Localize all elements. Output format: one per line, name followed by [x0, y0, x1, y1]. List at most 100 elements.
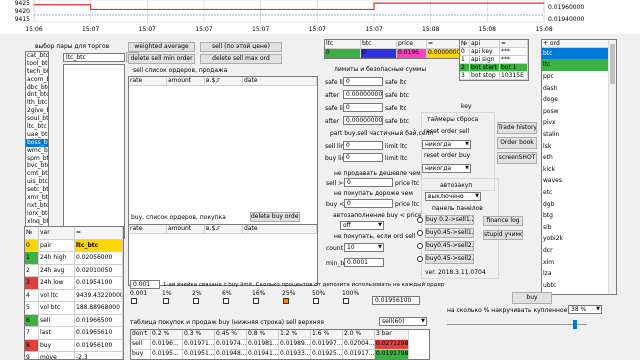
- sell-ge-input[interactable]: 0: [344, 178, 393, 187]
- pair-list-item[interactable]: acom_b: [26, 76, 48, 84]
- price-cell[interactable]: 0.0196: [397, 49, 427, 58]
- pair-list-item[interactable]: iorx_btc: [26, 210, 48, 218]
- autofill-select[interactable]: off ▼: [340, 221, 384, 230]
- percent-checkbox[interactable]: [131, 298, 137, 304]
- percent-select[interactable]: 38 % ▼: [568, 305, 602, 314]
- coin-list-item[interactable]: xlm: [542, 257, 616, 269]
- table-sell-cell[interactable]: sell: [131, 340, 151, 350]
- stupid-button[interactable]: stupid учимся: [483, 230, 523, 240]
- table-buy-cell[interactable]: 0.01917...: [343, 350, 375, 359]
- coin-list-item[interactable]: posw: [542, 106, 616, 118]
- info-row-value[interactable]: 9439.43220000: [75, 289, 123, 302]
- percent-slider-track[interactable]: [447, 324, 587, 325]
- coin-list-item[interactable]: btc: [542, 47, 616, 60]
- percent-checkbox[interactable]: [193, 298, 199, 304]
- api-row-value[interactable]: bot 1: [500, 64, 528, 72]
- autobuy-radio-2[interactable]: [417, 230, 423, 236]
- partial-sell-input[interactable]: 0: [343, 141, 383, 150]
- autobuy-option-1[interactable]: buy 0.2->sell1.2: [425, 215, 474, 225]
- finance-log-button[interactable]: finance log: [483, 216, 523, 226]
- coin-list-item[interactable]: lza: [542, 268, 616, 280]
- percent-slider-thumb[interactable]: [573, 320, 577, 329]
- buy-amount-input[interactable]: 0.001: [130, 280, 160, 289]
- percent-checkbox[interactable]: [283, 298, 289, 304]
- api-row-value[interactable]: ***: [500, 48, 528, 56]
- pair-list[interactable]: cat_btctool_btctech_btcacom_bdbc_btcdnt_…: [25, 51, 49, 236]
- pair-list-item[interactable]: 2give_b: [26, 107, 48, 115]
- info-row-value[interactable]: 0.01965610: [75, 327, 123, 340]
- order-book-button[interactable]: Order book: [497, 137, 537, 149]
- table-buy-cell[interactable]: 0.01941...: [247, 350, 279, 359]
- limit-input[interactable]: 0.00000000: [343, 116, 383, 125]
- percent-checkbox[interactable]: [223, 298, 229, 304]
- table-sell-cell[interactable]: 0.01981...: [247, 340, 279, 350]
- table-sell-cell[interactable]: 0.02004...: [343, 340, 375, 350]
- reset-buy-select[interactable]: никогда ▼: [422, 164, 471, 173]
- coin-list-item[interactable]: dcr: [542, 245, 616, 257]
- api-grid[interactable]: № api = 0 api key *** 1 api sign *** 2 bot start bo…: [459, 39, 529, 81]
- pair-list-item[interactable]: xmr_btc: [26, 194, 48, 202]
- pair-list-item[interactable]: tech_btc: [26, 68, 48, 76]
- pair-list-item[interactable]: tool_btc: [26, 60, 48, 68]
- autobuy-option-4[interactable]: buy0.45->sell2.5: [425, 254, 474, 264]
- buy-button[interactable]: buy: [512, 292, 552, 304]
- table-buy-cell[interactable]: 0.01948...: [215, 350, 247, 359]
- autobuy-option-2[interactable]: buy0.45->sell1.6: [425, 228, 474, 238]
- partial-buy-input[interactable]: 0: [343, 153, 383, 162]
- pair-list-item[interactable]: cat_btc: [26, 52, 48, 60]
- coin-list-item[interactable]: dgb: [542, 199, 616, 211]
- table-buy-cell[interactable]: 0.01925...: [311, 350, 343, 359]
- pair-info-grid[interactable]: № var = 0 pair ltc_btc 1 24h high 0.02056000 2 24h…: [24, 226, 124, 360]
- table-buy-cell[interactable]: 0.01951...: [183, 350, 215, 359]
- table-sell-cell[interactable]: 0.01974...: [215, 340, 247, 350]
- pair-list-item[interactable]: soul_btc: [26, 115, 48, 123]
- pair-list-item[interactable]: setc_btc: [26, 186, 48, 194]
- table-sell-cell[interactable]: 0.01989...: [279, 340, 311, 350]
- coin-list-item[interactable]: ppc: [542, 71, 616, 83]
- percent-checkbox[interactable]: [253, 298, 259, 304]
- info-row-value[interactable]: 0.01966500: [75, 314, 123, 327]
- coin-list-item[interactable]: etc: [542, 187, 616, 199]
- buy-sell-table[interactable]: don't sell buy 0.2 % 0.0196... 0.0195... 0.3 %…: [130, 329, 430, 360]
- table-buy-cell[interactable]: buy: [131, 350, 151, 359]
- delete-buy-button[interactable]: delete buy order: [250, 212, 300, 222]
- api-row-value[interactable]: 10315E: [500, 72, 528, 80]
- table-buy-cell[interactable]: 0.0195...: [151, 350, 183, 359]
- screenshot-button[interactable]: screenSHOT: [497, 152, 537, 164]
- autobuy-radio-1[interactable]: [417, 217, 423, 223]
- percent-checkbox[interactable]: [163, 298, 169, 304]
- pair-list-item[interactable]: lth_btc: [26, 99, 48, 107]
- pair-list-item[interactable]: xlnq_btc: [26, 218, 48, 226]
- pair-list-item[interactable]: wmc_btc: [26, 147, 48, 155]
- pair-list-item[interactable]: uis_btc: [26, 178, 48, 186]
- coin-list-scroll-thumb[interactable]: [610, 44, 615, 84]
- table-sell-cell[interactable]: 0.01997...: [311, 340, 343, 350]
- coin-list-item[interactable]: ltc: [542, 59, 616, 72]
- pair-input[interactable]: ltc_btc: [63, 53, 125, 62]
- coin-list-item[interactable]: waves: [542, 175, 616, 187]
- coin-list-item[interactable]: kick: [542, 164, 616, 176]
- info-row-value[interactable]: ltc_btc: [75, 239, 123, 252]
- limit-input[interactable]: 0: [343, 77, 383, 86]
- coin-list-item[interactable]: sib: [542, 222, 616, 234]
- coin-list-scrollbar[interactable]: [608, 40, 616, 294]
- weighted-average-button[interactable]: weighted average: [128, 42, 195, 52]
- autobuy-radio-3[interactable]: [417, 243, 423, 249]
- coin-list-item[interactable]: lsk: [542, 141, 616, 153]
- pair-list-item[interactable]: dbc_btc: [26, 84, 48, 92]
- coin-list[interactable]: + ord btc ltc ppc dash doge posw pivx stalin lsk e…: [541, 39, 617, 295]
- limit-input[interactable]: 0.00000000: [343, 90, 383, 99]
- info-row-value[interactable]: 188.88968000: [75, 302, 123, 315]
- coin-list-item[interactable]: doge: [542, 94, 616, 106]
- price-cell[interactable]: 0: [325, 49, 361, 58]
- reset-sell-select[interactable]: никогда ▼: [422, 140, 471, 149]
- coin-list-item[interactable]: ubtc: [542, 280, 616, 292]
- percent-checkbox[interactable]: [343, 298, 349, 304]
- coin-list-item[interactable]: eth: [542, 152, 616, 164]
- limit-input[interactable]: 0: [343, 103, 383, 112]
- sell-select[interactable]: sell(60) ▼: [379, 317, 427, 326]
- pair-list-item[interactable]: nxt_btc: [26, 202, 48, 210]
- count-select[interactable]: 10 ▼: [344, 243, 384, 252]
- delete-sell-max-button[interactable]: delete sell max ord: [200, 54, 282, 64]
- info-row-value[interactable]: 0.02056000: [75, 252, 123, 265]
